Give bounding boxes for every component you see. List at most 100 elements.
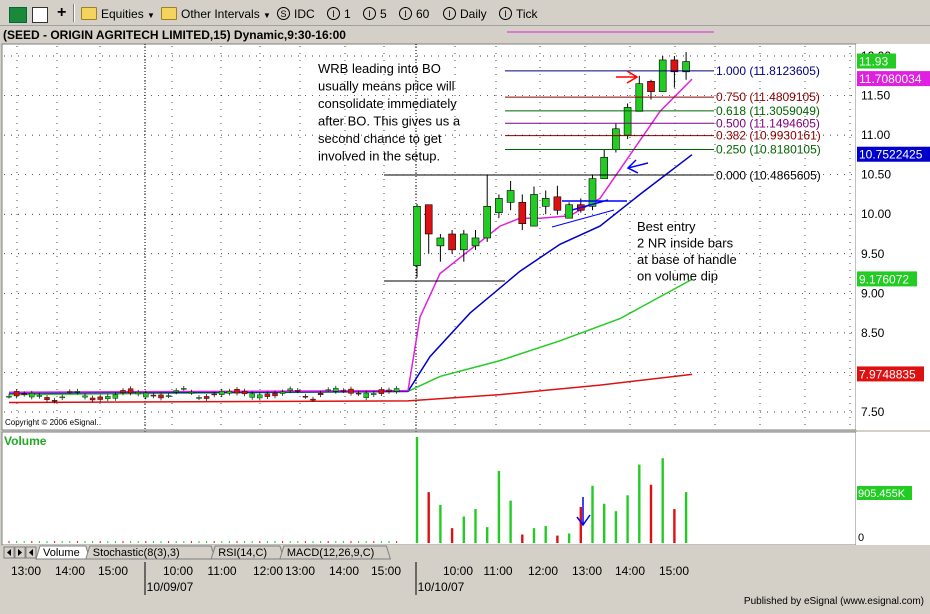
pre-candle[interactable] [21,393,27,395]
add-icon[interactable]: + [57,3,66,23]
pre-candle[interactable] [348,388,354,394]
pre-candle[interactable] [371,393,377,395]
pre-candle[interactable] [257,394,263,399]
volume-bar[interactable] [450,528,454,543]
candle[interactable] [471,237,480,247]
pre-candle[interactable] [279,391,286,394]
equities-dropdown[interactable]: Equities ▼ [80,3,156,25]
pre-candle[interactable] [386,389,392,392]
pre-candle[interactable] [378,389,385,394]
candle[interactable] [553,196,562,211]
tab-scroll-arrows[interactable] [3,546,37,559]
tick-button[interactable]: I Tick [498,3,539,25]
pre-candle[interactable] [264,393,271,397]
tab-rsi[interactable]: RSI(14,C) [210,545,285,560]
volume-bar[interactable] [532,528,536,543]
pre-candle[interactable] [105,396,111,400]
pre-candle[interactable] [393,388,400,392]
pre-candle[interactable] [181,388,187,390]
pre-candle[interactable] [272,392,278,397]
pre-candle[interactable] [82,395,88,398]
pre-candle[interactable] [188,391,195,394]
pre-candle[interactable] [219,391,225,395]
pre-candle[interactable] [196,397,202,399]
pre-candle[interactable] [310,398,316,401]
pre-candle[interactable] [340,390,347,392]
idc-button[interactable]: S IDC [276,3,316,25]
candle[interactable] [518,202,527,225]
pre-candle[interactable] [249,393,255,398]
volume-bar[interactable] [486,527,489,543]
pre-candle[interactable] [143,392,149,398]
pre-candle[interactable] [36,395,43,397]
interval-60-button[interactable]: I 60 [398,3,430,25]
volume-bar[interactable] [614,511,618,543]
pre-candle[interactable] [333,387,339,392]
candle[interactable] [682,61,690,73]
volume-bar[interactable] [509,500,512,543]
volume-bar[interactable] [415,437,419,543]
chart-type-icon[interactable] [9,3,27,23]
candle[interactable] [658,59,667,92]
pre-candle[interactable] [302,395,309,398]
pre-candle[interactable] [44,397,50,400]
volume-bar[interactable] [427,492,430,543]
volume-bar[interactable] [556,535,559,543]
volume-bar[interactable] [603,503,606,543]
candle[interactable] [483,206,492,239]
volume-bar[interactable] [474,509,477,543]
candle[interactable] [623,107,632,136]
candle[interactable] [612,128,620,150]
pre-candle[interactable] [89,397,96,401]
pre-candle[interactable] [97,396,103,400]
interval-1-button[interactable]: I1 [326,3,352,25]
candle[interactable] [647,81,655,92]
tab-volume[interactable]: Volume [35,545,91,560]
pre-candle[interactable] [29,392,35,398]
pre-candle[interactable] [150,394,157,397]
pre-candle[interactable] [127,388,134,394]
pre-candle[interactable] [135,392,141,395]
volume-bar[interactable] [684,492,688,543]
interval-5-button[interactable]: I5 [362,3,388,25]
pre-candle[interactable] [6,395,12,398]
candle[interactable] [413,206,421,266]
other-intervals-dropdown[interactable]: Other Intervals ▼ [160,3,272,25]
pre-candle[interactable] [203,396,210,399]
candle[interactable] [448,233,456,251]
candle[interactable] [495,198,503,213]
pre-candle[interactable] [355,392,362,395]
volume-bar[interactable] [638,464,641,543]
candle[interactable] [565,204,573,219]
pre-candle[interactable] [241,390,248,395]
pre-candle[interactable] [13,391,20,397]
candle[interactable] [459,233,468,251]
candle[interactable] [436,237,445,247]
candle[interactable] [588,178,597,207]
candle[interactable] [541,198,550,207]
pre-candle[interactable] [234,388,240,394]
pre-candle[interactable] [173,390,179,393]
pre-candle[interactable] [363,392,369,398]
volume-bar[interactable] [497,470,501,543]
volume-bar[interactable] [521,534,524,543]
tab-stochastic[interactable]: Stochastic(8(3),3) [85,545,216,560]
pre-candle[interactable] [51,400,58,402]
volume-bar[interactable] [649,484,653,543]
pre-candle[interactable] [211,393,217,396]
volume-bar[interactable] [439,504,442,543]
candle[interactable] [506,190,515,203]
volume-bar[interactable] [462,516,465,544]
pre-candle[interactable] [165,395,172,397]
pre-candle[interactable] [325,389,331,391]
candle[interactable] [424,204,433,235]
properties-icon[interactable] [32,3,48,23]
pre-candle[interactable] [226,391,233,394]
volume-bar[interactable] [673,509,676,543]
volume-bar[interactable] [567,533,571,543]
volume-bar[interactable] [544,526,547,543]
candle[interactable] [670,59,679,73]
pre-candle[interactable] [158,394,164,399]
pre-candle[interactable] [112,394,119,399]
pre-candle[interactable] [59,396,65,399]
